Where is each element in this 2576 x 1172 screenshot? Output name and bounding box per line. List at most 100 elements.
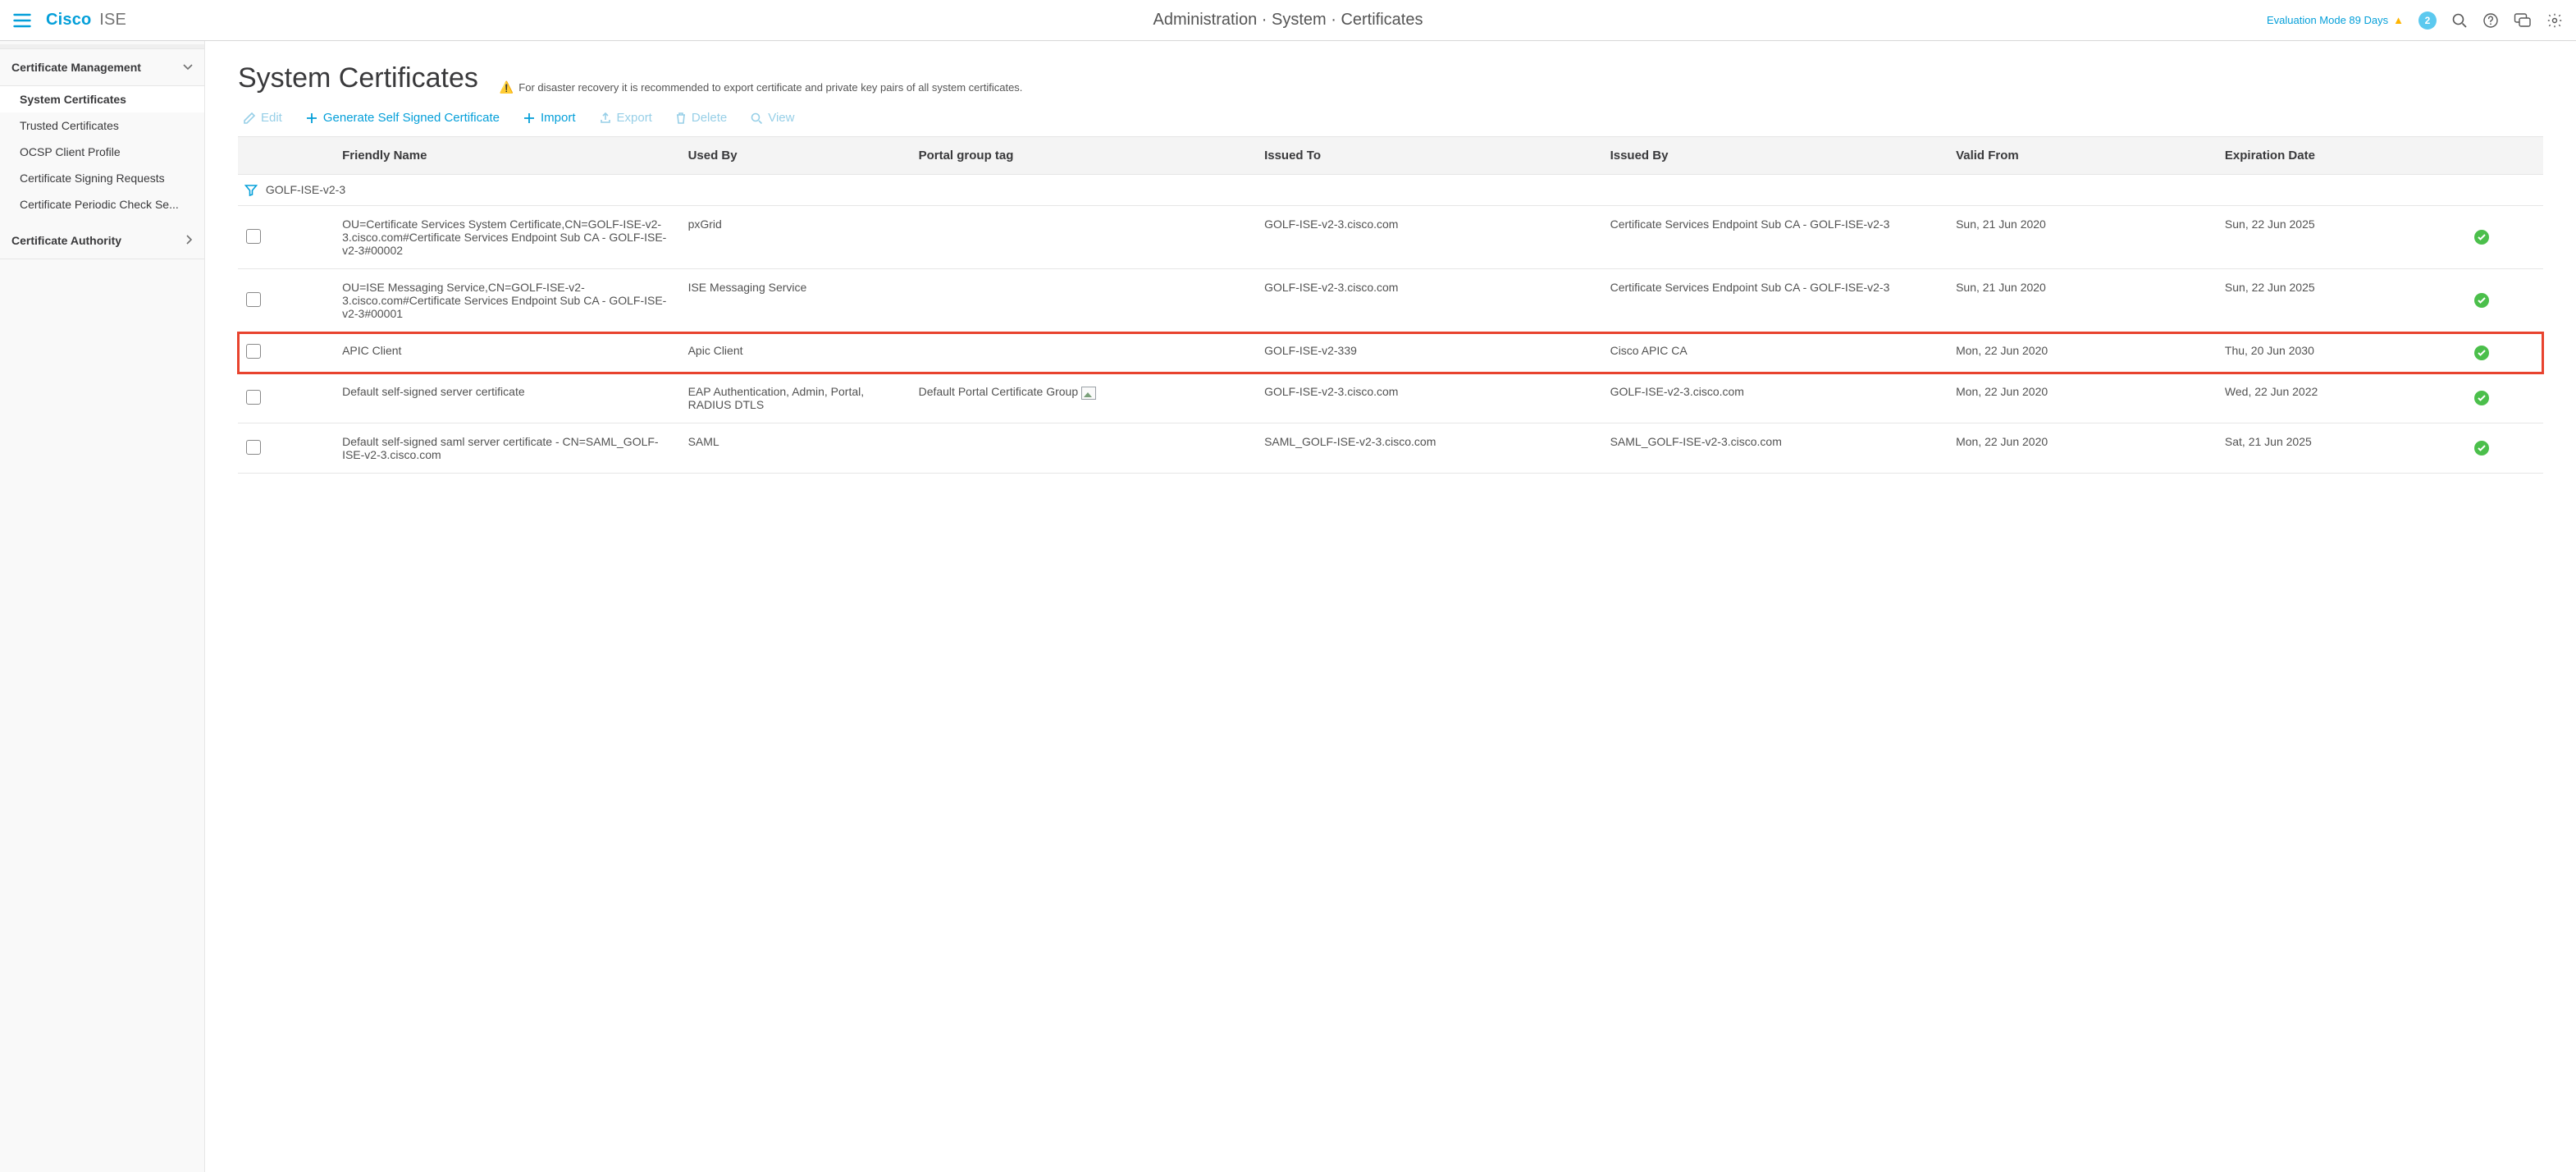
warning-triangle-icon: ▲ [2393, 14, 2404, 26]
table-row[interactable]: APIC ClientApic ClientGOLF-ISE-v2-339Cis… [238, 332, 2543, 373]
edit-label: Edit [261, 111, 282, 125]
generate-self-signed-button[interactable]: Generate Self Signed Certificate [305, 111, 500, 125]
edit-button[interactable]: Edit [243, 111, 282, 125]
warning-icon: ⚠️ [500, 80, 514, 94]
view-button[interactable]: View [750, 111, 794, 125]
sidebar-item[interactable]: Trusted Certificates [0, 112, 204, 139]
sidebar: Certificate Management System Certificat… [0, 41, 205, 1172]
main-content: System Certificates ⚠️ For disaster reco… [205, 41, 2576, 1172]
brand-name: Cisco [46, 11, 91, 29]
top-bar: Cisco ISE Administration · System · Cert… [0, 0, 2576, 41]
cell-used-by: ISE Messaging Service [680, 269, 911, 332]
cell-expiration-date: Thu, 20 Jun 2030 [2217, 332, 2466, 373]
chevron-down-icon [183, 62, 193, 73]
cell-issued-by: Certificate Services Endpoint Sub CA - G… [1602, 269, 1948, 332]
import-label: Import [541, 111, 576, 125]
sidebar-group-label: Certificate Authority [11, 234, 121, 247]
cell-issued-to: GOLF-ISE-v2-3.cisco.com [1256, 269, 1602, 332]
cell-valid-from: Sun, 21 Jun 2020 [1948, 206, 2217, 269]
status-ok-icon [2474, 230, 2489, 245]
table-row[interactable]: OU=ISE Messaging Service,CN=GOLF-ISE-v2-… [238, 269, 2543, 332]
table-row[interactable]: OU=Certificate Services System Certifica… [238, 206, 2543, 269]
export-button[interactable]: Export [599, 111, 652, 125]
image-placeholder-icon [1081, 387, 1096, 400]
cell-issued-to: GOLF-ISE-v2-339 [1256, 332, 1602, 373]
filter-label: GOLF-ISE-v2-3 [266, 183, 345, 196]
filter-funnel-icon[interactable] [244, 183, 266, 196]
row-checkbox[interactable] [246, 440, 261, 455]
cell-valid-from: Mon, 22 Jun 2020 [1948, 332, 2217, 373]
breadcrumb: Administration · System · Certificates [1153, 11, 1423, 30]
status-ok-icon [2474, 293, 2489, 308]
hamburger-menu-icon[interactable] [13, 13, 31, 28]
table-row[interactable]: Default self-signed saml server certific… [238, 423, 2543, 474]
delete-button[interactable]: Delete [675, 111, 727, 125]
eval-mode-link[interactable]: Evaluation Mode 89 Days ▲ [2267, 14, 2404, 26]
cell-portal-tag [911, 423, 1257, 474]
cell-used-by: Apic Client [680, 332, 911, 373]
cell-expiration-date: Sun, 22 Jun 2025 [2217, 206, 2466, 269]
sidebar-item[interactable]: Certificate Signing Requests [0, 165, 204, 191]
cell-friendly-name: Default self-signed saml server certific… [334, 423, 680, 474]
settings-gear-icon[interactable] [2546, 12, 2563, 29]
cell-friendly-name: OU=ISE Messaging Service,CN=GOLF-ISE-v2-… [334, 269, 680, 332]
delete-label: Delete [692, 111, 727, 125]
cell-used-by: EAP Authentication, Admin, Portal, RADIU… [680, 373, 911, 423]
cell-expiration-date: Wed, 22 Jun 2022 [2217, 373, 2466, 423]
col-used-by[interactable]: Used By [680, 137, 911, 175]
table-row[interactable]: Default self-signed server certificateEA… [238, 373, 2543, 423]
brand-logo[interactable]: Cisco ISE [46, 11, 126, 30]
cell-valid-from: Mon, 22 Jun 2020 [1948, 373, 2217, 423]
chevron-right-icon [186, 235, 193, 247]
import-button[interactable]: Import [523, 111, 576, 125]
col-friendly-name[interactable]: Friendly Name [334, 137, 680, 175]
filter-row[interactable]: GOLF-ISE-v2-3 [238, 175, 2543, 206]
cell-issued-to: GOLF-ISE-v2-3.cisco.com [1256, 206, 1602, 269]
status-ok-icon [2474, 441, 2489, 456]
cell-issued-to: GOLF-ISE-v2-3.cisco.com [1256, 373, 1602, 423]
certificates-table: Friendly Name Used By Portal group tag I… [238, 136, 2543, 474]
sidebar-group-cert-mgmt[interactable]: Certificate Management [0, 49, 204, 86]
feedback-icon[interactable] [2514, 12, 2532, 29]
cell-issued-to: SAML_GOLF-ISE-v2-3.cisco.com [1256, 423, 1602, 474]
cell-issued-by: Certificate Services Endpoint Sub CA - G… [1602, 206, 1948, 269]
cell-portal-tag [911, 206, 1257, 269]
action-toolbar: Edit Generate Self Signed Certificate Im… [238, 99, 2543, 136]
col-issued-by[interactable]: Issued By [1602, 137, 1948, 175]
cell-expiration-date: Sun, 22 Jun 2025 [2217, 269, 2466, 332]
sidebar-item[interactable]: System Certificates [0, 86, 204, 112]
cell-used-by: SAML [680, 423, 911, 474]
sidebar-item[interactable]: Certificate Periodic Check Se... [0, 191, 204, 217]
col-issued-to[interactable]: Issued To [1256, 137, 1602, 175]
col-expiration[interactable]: Expiration Date [2217, 137, 2466, 175]
cell-valid-from: Sun, 21 Jun 2020 [1948, 269, 2217, 332]
brand-product: ISE [99, 11, 126, 29]
page-hint-text: For disaster recovery it is recommended … [518, 81, 1022, 94]
cell-issued-by: SAML_GOLF-ISE-v2-3.cisco.com [1602, 423, 1948, 474]
col-valid-from[interactable]: Valid From [1948, 137, 2217, 175]
status-ok-icon [2474, 346, 2489, 360]
cell-used-by: pxGrid [680, 206, 911, 269]
search-icon[interactable] [2451, 12, 2468, 29]
cell-expiration-date: Sat, 21 Jun 2025 [2217, 423, 2466, 474]
sidebar-group-cert-authority[interactable]: Certificate Authority [0, 222, 204, 259]
cell-valid-from: Mon, 22 Jun 2020 [1948, 423, 2217, 474]
row-checkbox[interactable] [246, 292, 261, 307]
sidebar-item[interactable]: OCSP Client Profile [0, 139, 204, 165]
row-checkbox[interactable] [246, 229, 261, 244]
row-checkbox[interactable] [246, 390, 261, 405]
col-status [2466, 137, 2543, 175]
help-icon[interactable] [2482, 12, 2499, 29]
row-checkbox[interactable] [246, 344, 261, 359]
cell-portal-tag [911, 332, 1257, 373]
cell-friendly-name: OU=Certificate Services System Certifica… [334, 206, 680, 269]
view-label: View [768, 111, 794, 125]
cell-friendly-name: Default self-signed server certificate [334, 373, 680, 423]
notification-count-badge[interactable]: 2 [2418, 11, 2437, 30]
eval-mode-text: Evaluation Mode 89 Days [2267, 14, 2388, 26]
page-hint: ⚠️ For disaster recovery it is recommend… [500, 80, 1023, 94]
cell-portal-tag [911, 269, 1257, 332]
sidebar-group-label: Certificate Management [11, 61, 141, 74]
col-portal-tag[interactable]: Portal group tag [911, 137, 1257, 175]
generate-label: Generate Self Signed Certificate [323, 111, 500, 125]
